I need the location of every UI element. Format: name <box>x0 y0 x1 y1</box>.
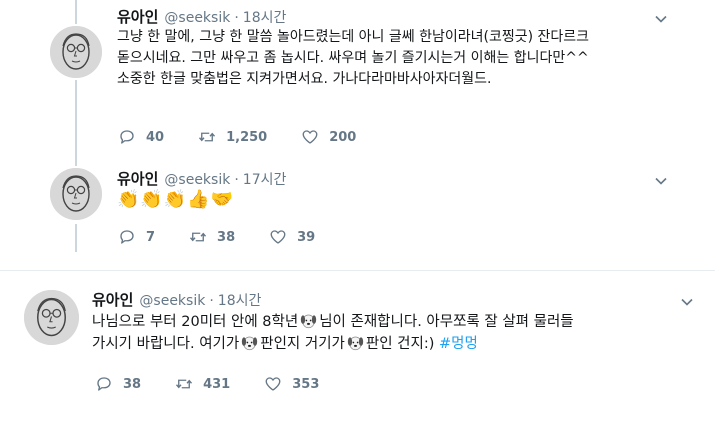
reply-button[interactable]: 7 <box>118 228 155 246</box>
chevron-down-icon[interactable] <box>654 174 668 188</box>
hashtag-link[interactable]: #멍멍 <box>439 336 478 352</box>
tweet-3[interactable]: 유아인 @seeksik · 18시간 나님으로 부터 20미터 안에 8학년 님… <box>0 271 715 425</box>
tweet-text: 나님으로 부터 20미터 안에 8학년 님이 존재합니다. 아무쪼록 잘 살펴 물… <box>92 311 574 355</box>
tweet-text-line: 가시기 바랍니다. 여기가 판인지 거기가 판인 건지:) #멍멍 <box>92 333 574 355</box>
heart-icon <box>265 377 281 391</box>
display-name[interactable]: 유아인 <box>92 289 133 310</box>
user-handle[interactable]: @seeksik <box>139 293 205 309</box>
retweet-count: 1,250 <box>226 129 268 145</box>
avatar[interactable] <box>50 26 102 78</box>
tweet-header: 유아인 @seeksik · 17시간 <box>117 168 286 189</box>
retweet-count: 38 <box>217 229 236 245</box>
tweet-header: 유아인 @seeksik · 18시간 <box>117 6 286 27</box>
reply-button[interactable]: 40 <box>118 128 164 146</box>
like-count: 353 <box>292 376 320 392</box>
tweet-1[interactable]: 유아인 @seeksik · 18시간 그냥 한 말에, 그냥 한 말씀 놀아드… <box>0 0 715 160</box>
clapping-hands-emoji: 👏 <box>163 189 187 210</box>
thumbs-up-emoji: 👍 <box>187 189 210 210</box>
dot-separator: · <box>234 172 239 188</box>
retweet-icon <box>199 132 216 142</box>
display-name[interactable]: 유아인 <box>117 6 158 27</box>
handshake-emoji: 🤝 <box>210 189 234 210</box>
like-count: 39 <box>297 229 316 245</box>
tweet-text-line: 소중한 한글 맞춤법은 지켜가면서요. 가나다라마바사아자더월드. <box>117 71 492 87</box>
tweet-actions: 38 431 353 <box>95 375 353 393</box>
tweet-actions: 7 38 39 <box>118 228 349 246</box>
tweet-text: 그냥 한 말에, 그냥 한 말씀 놀아드렸는데 아니 글쎄 한남이라녀(코찡긋)… <box>117 27 589 90</box>
reply-icon <box>120 230 134 244</box>
tweet-text-line: 나님으로 부터 20미터 안에 8학년 님이 존재합니다. 아무쪼록 잘 살펴 물… <box>92 311 574 333</box>
display-name[interactable]: 유아인 <box>117 168 158 189</box>
tweet-text-line: 돋으시네요. 그만 싸우고 좀 놉시다. 싸우며 놀기 즐기시는거 이해는 합니… <box>117 50 589 66</box>
reply-count: 40 <box>146 129 165 145</box>
user-handle[interactable]: @seeksik <box>164 10 230 26</box>
avatar-sketch-icon <box>50 168 102 220</box>
like-button[interactable]: 39 <box>269 228 315 246</box>
dog-face-emoji-icon <box>301 314 317 329</box>
tweet-2[interactable]: 유아인 @seeksik · 17시간 👏 👏 👏 👍 🤝 7 38 39 <box>0 160 715 260</box>
dog-face-emoji-icon <box>242 336 258 351</box>
tweet-text-line: 그냥 한 말에, 그냥 한 말씀 놀아드렸는데 아니 글쎄 한남이라녀(코찡긋)… <box>117 29 590 45</box>
avatar-sketch-icon <box>50 26 102 78</box>
text-segment: 판인 건지:) <box>365 336 435 352</box>
avatar[interactable] <box>50 168 102 220</box>
reply-count: 38 <box>123 376 142 392</box>
text-segment: 판인지 거기가 <box>260 336 345 352</box>
text-segment: 나님으로 부터 20미터 안에 8학년 <box>92 314 299 330</box>
text-segment: 가시기 바랍니다. 여기가 <box>92 336 240 352</box>
like-button[interactable]: 200 <box>301 128 356 146</box>
retweet-icon <box>176 379 193 389</box>
reply-button[interactable]: 38 <box>95 375 141 393</box>
reply-icon <box>120 130 134 144</box>
retweet-button[interactable]: 431 <box>175 375 230 393</box>
clapping-hands-emoji: 👏 <box>117 189 140 210</box>
dot-separator: · <box>209 293 214 309</box>
dog-face-emoji-icon <box>347 336 364 351</box>
like-count: 200 <box>329 129 357 145</box>
retweet-count: 431 <box>203 376 231 392</box>
like-button[interactable]: 353 <box>264 375 319 393</box>
user-handle[interactable]: @seeksik <box>164 172 230 188</box>
tweet-header: 유아인 @seeksik · 18시간 <box>92 289 261 310</box>
timestamp[interactable]: 18시간 <box>243 7 287 27</box>
retweet-icon <box>190 232 207 242</box>
reply-count: 7 <box>146 229 156 245</box>
emoji-row: 👏 👏 👏 👍 🤝 <box>117 190 234 210</box>
heart-icon <box>270 230 286 244</box>
dot-separator: · <box>234 10 239 26</box>
clapping-hands-emoji: 👏 <box>140 189 163 210</box>
avatar-sketch-icon <box>24 290 79 345</box>
heart-icon <box>302 130 318 144</box>
text-segment: 님이 존재합니다. 아무쪼록 잘 살펴 물러들 <box>319 314 574 330</box>
avatar[interactable] <box>24 290 79 345</box>
retweet-button[interactable]: 1,250 <box>198 128 267 146</box>
timestamp[interactable]: 18시간 <box>218 290 262 310</box>
chevron-down-icon[interactable] <box>654 12 668 26</box>
reply-icon <box>97 377 111 391</box>
tweet-actions: 40 1,250 200 <box>118 128 390 146</box>
chevron-down-icon[interactable] <box>680 295 694 309</box>
retweet-button[interactable]: 38 <box>189 228 235 246</box>
timestamp[interactable]: 17시간 <box>243 169 287 189</box>
